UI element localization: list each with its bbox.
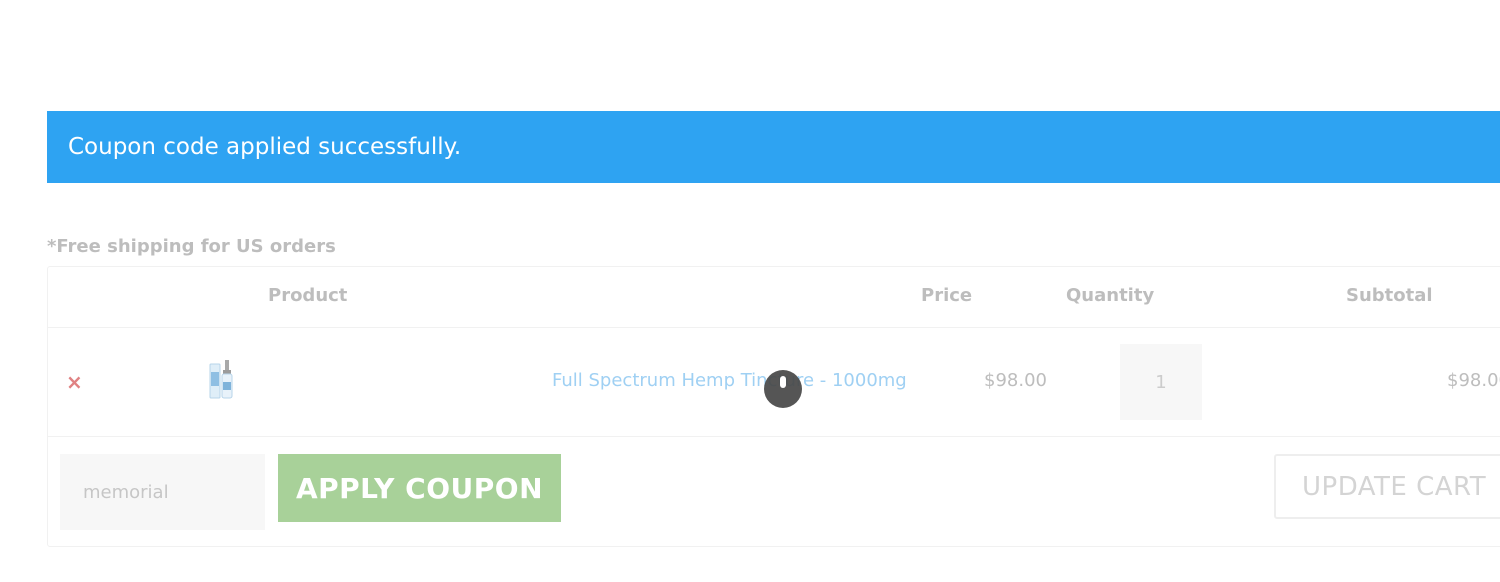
tincture-bottle-icon (209, 360, 233, 399)
remove-item-button[interactable]: × (66, 372, 83, 392)
product-name-link[interactable]: Full Spectrum Hemp Tincture - 1000mg (552, 370, 907, 391)
update-cart-button[interactable]: UPDATE CART (1274, 454, 1500, 519)
mouse-cursor-indicator (764, 370, 802, 408)
cart-table: Product Price Quantity Subtotal × Full S… (47, 266, 1500, 547)
coupon-code-input[interactable]: memorial (60, 454, 265, 530)
cart-page: Coupon code applied successfully. *Free … (0, 0, 1500, 582)
quantity-input[interactable]: 1 (1120, 344, 1202, 420)
notice-message: Coupon code applied successfully. (68, 134, 462, 160)
apply-coupon-button[interactable]: APPLY COUPON (278, 454, 561, 522)
cursor-dot (780, 376, 786, 388)
product-thumbnail[interactable] (206, 358, 242, 402)
update-cart-label: UPDATE CART (1302, 471, 1487, 502)
apply-coupon-label: APPLY COUPON (295, 471, 544, 505)
header-price: Price (921, 285, 973, 306)
free-shipping-note: *Free shipping for US orders (47, 236, 336, 257)
coupon-code-value: memorial (83, 481, 169, 503)
header-product: Product (268, 285, 348, 306)
header-quantity: Quantity (1066, 285, 1155, 306)
product-subtotal: $98.00 (1447, 370, 1500, 391)
quantity-value: 1 (1155, 371, 1167, 393)
header-subtotal: Subtotal (1346, 285, 1433, 306)
cart-table-header: Product Price Quantity Subtotal (48, 267, 1500, 328)
coupon-success-notice: Coupon code applied successfully. (47, 111, 1500, 183)
product-price: $98.00 (984, 370, 1047, 391)
